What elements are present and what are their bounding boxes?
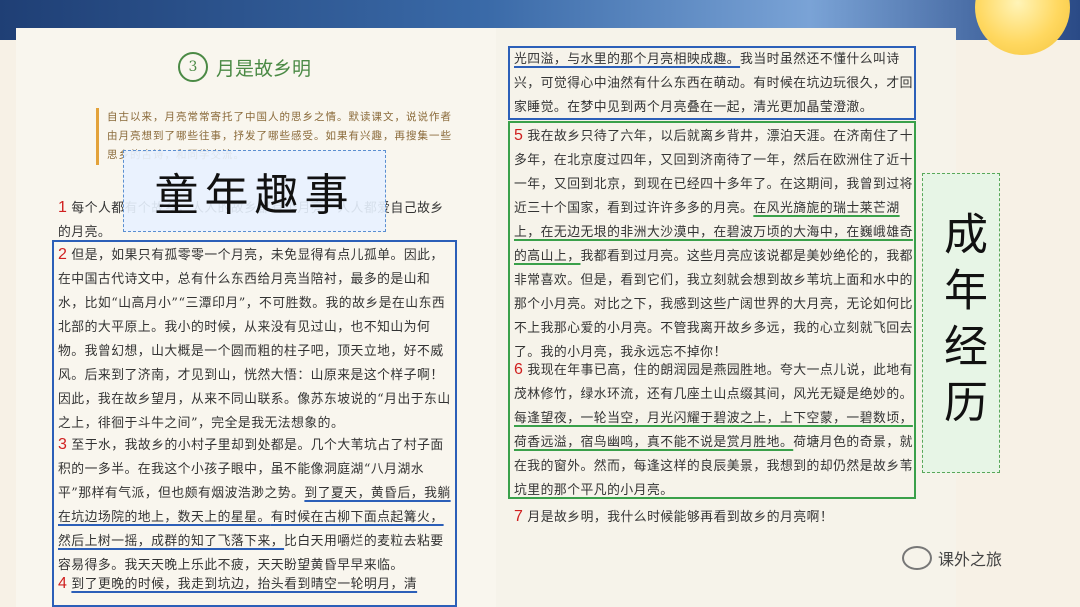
watermark: 课外之旅 [902, 546, 1002, 570]
moon-decoration [975, 0, 1070, 55]
wechat-icon [902, 546, 932, 570]
lesson-title-text: 月是故乡明 [216, 57, 312, 80]
lesson-number: 3 [178, 52, 208, 82]
paragraph-number: 1 [58, 199, 68, 216]
adulthood-label: 成年经历 [922, 173, 1000, 473]
childhood-section-box [52, 240, 457, 607]
lesson-title: 3 月是故乡明 [178, 52, 311, 82]
adulthood-section-box [508, 121, 916, 499]
childhood-label: 童年趣事 [123, 150, 386, 232]
watermark-text: 课外之旅 [938, 550, 1003, 569]
paragraph-7: 7 月是故乡明，我什么时候能够再看到故乡的月亮啊！ [514, 505, 914, 530]
paragraph-text: 月是故乡明，我什么时候能够再看到故乡的月亮啊！ [527, 510, 834, 525]
paragraph-number: 7 [514, 508, 524, 525]
childhood-continued-box [508, 46, 916, 120]
